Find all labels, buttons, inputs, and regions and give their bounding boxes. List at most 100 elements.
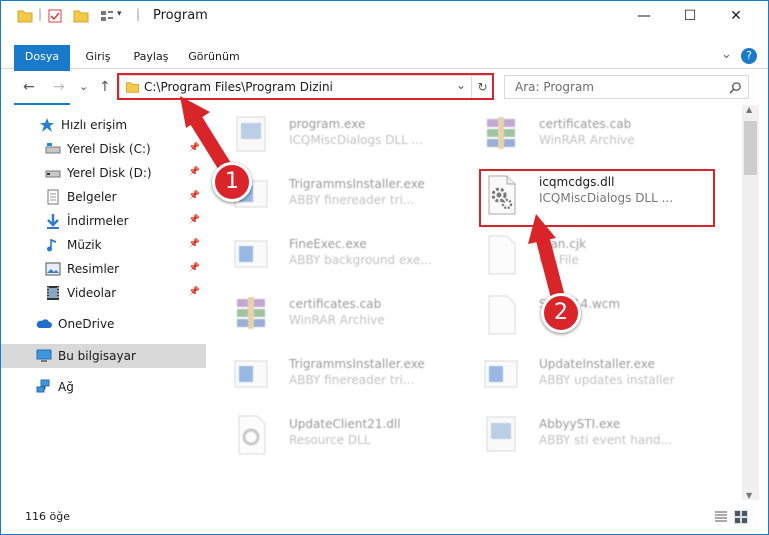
scroll-thumb[interactable] [744, 121, 757, 175]
file-name: UpdateInstaller.exe [539, 357, 655, 371]
file-description: C...File [539, 253, 579, 267]
file-name: TrigrammsInstaller.exe [289, 177, 425, 191]
exe-icon [234, 360, 268, 388]
file-item[interactable]: FineExec.exe ABBY background exe... [211, 225, 451, 285]
pin-icon: 📌 [188, 191, 200, 201]
file-description: WinRAR Archive [539, 133, 635, 147]
folder-icon [17, 10, 33, 23]
nav-item-drive-d[interactable]: Yerel Disk (D:) 📌 [1, 161, 206, 185]
search-box[interactable]: Ara: Program [504, 75, 749, 99]
file-item[interactable]: AbbyySTI.exe ABBY sti event hand... [461, 405, 701, 465]
nav-item-drive-c[interactable]: Yerel Disk (C:) 📌 [1, 137, 206, 161]
pictures-icon [45, 262, 61, 276]
scroll-up-icon[interactable]: ▲ [746, 105, 752, 114]
dll-icon [238, 415, 266, 455]
nav-this-pc[interactable]: Bu bilgisayar [1, 344, 206, 368]
customize-toolbar-icon[interactable]: ▾ [117, 9, 122, 19]
tab-home[interactable]: Giriş [78, 45, 118, 69]
file-item[interactable]: certificates.cab WinRAR Archive [461, 105, 701, 165]
file-name: certificates.cab [539, 117, 632, 131]
file-description: ABBY updates installer [539, 373, 675, 387]
pin-icon: 📌 [188, 263, 200, 273]
status-bar: 116 öğe [1, 506, 768, 528]
file-item[interactable]: UpdateInstaller.exe ABBY updates install… [461, 345, 701, 405]
nav-onedrive[interactable]: OneDrive [1, 312, 206, 336]
maximize-button[interactable]: ☐ [667, 1, 713, 31]
nav-label: OneDrive [58, 317, 115, 331]
exe-icon [236, 116, 266, 152]
file-name: program.exe [289, 117, 366, 131]
file-name: AbbyySTI.exe [539, 417, 621, 431]
file-icon [488, 235, 516, 275]
separator: | [38, 7, 43, 21]
file-name: UpdateClient21.dll [289, 417, 401, 431]
vertical-scrollbar[interactable]: ▲ ▼ [742, 105, 759, 500]
star-icon [40, 118, 54, 132]
nav-item-downloads[interactable]: İndirmeler 📌 [1, 209, 206, 233]
nav-label: Resimler [67, 262, 120, 276]
details-view-icon[interactable] [714, 510, 728, 524]
downloads-icon [47, 214, 59, 229]
recent-locations-button[interactable]: ⌄ [79, 80, 88, 93]
drive-icon [45, 170, 61, 178]
large-icons-view-icon[interactable] [734, 510, 748, 524]
tab-share[interactable]: Paylaş [126, 45, 176, 69]
file-description: ABBY sti event hand... [539, 433, 672, 447]
search-icon[interactable] [729, 81, 742, 94]
music-icon [47, 239, 56, 252]
file-item[interactable]: program.exe ICQMiscDialogs DLL ... [211, 105, 451, 165]
pin-icon: 📌 [188, 215, 200, 225]
tab-view[interactable]: Görünüm [184, 45, 244, 69]
file-description: ABBY background exe... [289, 253, 432, 267]
close-button[interactable]: ✕ [713, 1, 759, 31]
scroll-down-icon[interactable]: ▼ [746, 491, 752, 500]
nav-item-videos[interactable]: Videolar 📌 [1, 281, 206, 305]
nav-label: Müzik [67, 238, 102, 252]
pin-icon: 📌 [188, 239, 200, 249]
step-1-badge: 1 [212, 162, 252, 202]
nav-label: Yerel Disk (C:) [67, 142, 151, 156]
file-highlight-box [479, 169, 715, 227]
ribbon-collapse-icon[interactable]: ⌄ [721, 47, 732, 62]
network-icon [36, 379, 50, 393]
file-item[interactable]: Sn...P14.wcm [461, 285, 701, 345]
nav-label: Yerel Disk (D:) [67, 166, 152, 180]
minimize-button[interactable]: — [621, 1, 667, 31]
view-icon[interactable] [99, 8, 115, 24]
file-item[interactable]: certificates.cab WinRAR Archive [211, 285, 451, 345]
file-description: ABBY finereader tri... [289, 373, 415, 387]
archive-icon [237, 297, 265, 329]
forward-button[interactable]: → [53, 79, 65, 95]
search-input[interactable]: Ara: Program [515, 80, 594, 94]
nav-item-music[interactable]: Müzik 📌 [1, 233, 206, 257]
back-button[interactable]: ← [23, 79, 35, 95]
file-name: certificates.cab [289, 297, 382, 311]
title-bar: | ▾ | Program — ☐ ✕ [1, 1, 768, 31]
nav-quick-access[interactable]: Hızlı erişim [1, 113, 206, 137]
videos-icon [47, 286, 59, 300]
help-icon[interactable]: ? [741, 48, 757, 64]
ribbon-tabs: Dosya Giriş Paylaş Görünüm ⌄ ? [1, 45, 768, 105]
file-item[interactable]: UpdateClient21.dll Resource DLL [211, 405, 451, 465]
file-name: TrigrammsInstaller.exe [289, 357, 425, 371]
new-folder-icon[interactable] [73, 8, 89, 24]
file-icon [488, 295, 516, 335]
nav-item-pictures[interactable]: Resimler 📌 [1, 257, 206, 281]
pin-icon: 📌 [188, 287, 200, 297]
nav-label: Videolar [67, 286, 117, 300]
nav-network[interactable]: Ağ [1, 375, 206, 399]
pin-icon: 📌 [188, 167, 200, 177]
file-item[interactable]: TrigrammsInstaller.exe ABBY finereader t… [211, 345, 451, 405]
up-button[interactable]: ↑ [99, 79, 111, 95]
file-list: program.exe ICQMiscDialogs DLL ... Trigr… [211, 105, 741, 500]
file-description: ABBY finereader tri... [289, 193, 415, 207]
nav-label: İndirmeler [67, 214, 129, 228]
file-item[interactable]: ...an.cjk C...File [461, 225, 701, 285]
step-2-badge: 2 [541, 293, 581, 333]
address-highlight-box [117, 73, 494, 100]
file-name: ...an.cjk [539, 237, 587, 251]
cloud-icon [36, 319, 52, 328]
nav-label: Ağ [58, 380, 74, 394]
properties-icon[interactable] [47, 8, 63, 24]
nav-item-documents[interactable]: Belgeler 📌 [1, 185, 206, 209]
